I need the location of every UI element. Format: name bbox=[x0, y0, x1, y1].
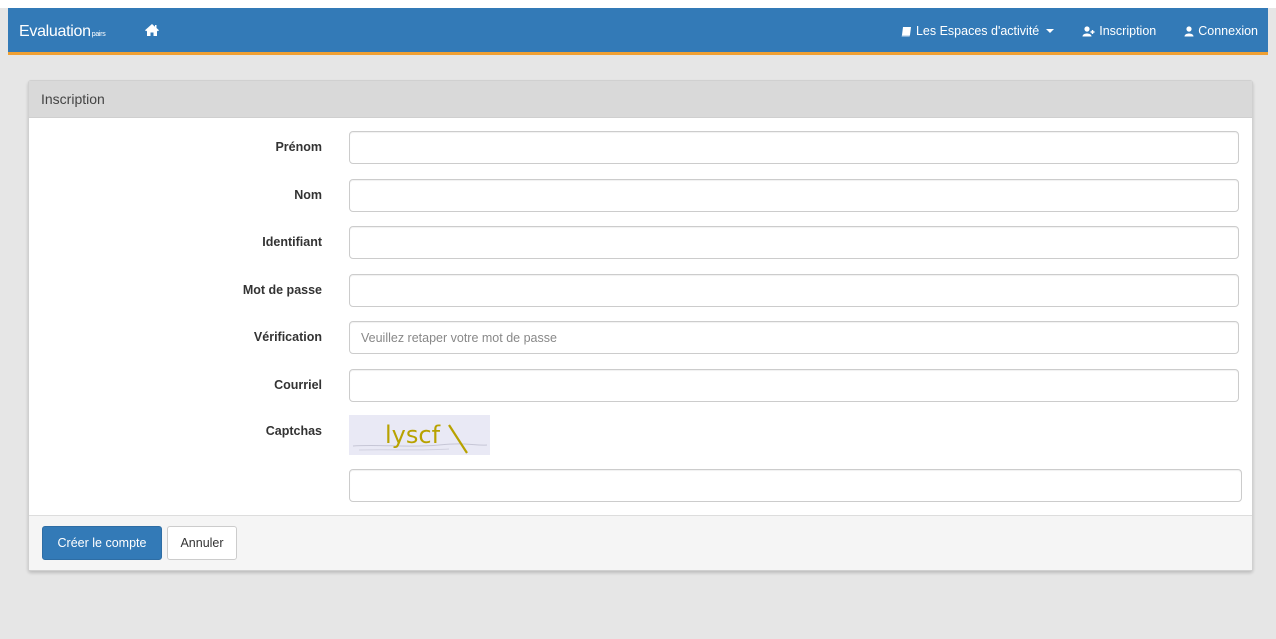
top-strip bbox=[0, 0, 1276, 8]
password-confirm-input[interactable] bbox=[349, 321, 1239, 354]
password-input[interactable] bbox=[349, 274, 1239, 307]
captcha-image: lyscf bbox=[349, 415, 490, 455]
book-icon bbox=[901, 26, 911, 36]
password-confirm-label: Vérification bbox=[253, 330, 322, 344]
form-row-first-name: Prénom bbox=[29, 131, 1254, 165]
login-link[interactable]: Connexion bbox=[1184, 24, 1258, 38]
brand-subtitle: pairs bbox=[91, 31, 106, 38]
email-input[interactable] bbox=[349, 369, 1239, 402]
username-label: Identifiant bbox=[262, 235, 322, 249]
create-account-button[interactable]: Créer le compte bbox=[42, 526, 162, 560]
user-icon bbox=[1184, 25, 1194, 36]
panel-title: Inscription bbox=[29, 81, 1252, 118]
captcha-label: Captchas bbox=[265, 424, 322, 438]
spaces-label: Les Espaces d'activité bbox=[915, 24, 1040, 38]
navbar: Evaluationpairs Les Espaces d'activité I… bbox=[8, 8, 1268, 55]
login-label: Connexion bbox=[1198, 24, 1258, 38]
captcha-input[interactable] bbox=[349, 469, 1242, 502]
first-name-input[interactable] bbox=[349, 131, 1239, 164]
form-row-username: Identifiant bbox=[29, 226, 1254, 260]
form-row-password-confirm: Vérification bbox=[29, 321, 1254, 355]
form-row-email: Courriel bbox=[29, 369, 1254, 403]
cancel-button[interactable]: Annuler bbox=[167, 526, 237, 560]
form-row-captcha: Captchas bbox=[29, 415, 1254, 449]
page: Evaluationpairs Les Espaces d'activité I… bbox=[0, 0, 1276, 639]
form-row-last-name: Nom bbox=[29, 179, 1254, 213]
captcha-graphic: lyscf bbox=[349, 415, 490, 455]
caret-down-icon bbox=[1046, 29, 1055, 33]
form-row-password: Mot de passe bbox=[29, 274, 1254, 308]
email-label: Courriel bbox=[274, 378, 322, 392]
last-name-input[interactable] bbox=[349, 179, 1239, 212]
password-label: Mot de passe bbox=[242, 283, 322, 297]
user-plus-icon bbox=[1082, 25, 1095, 36]
brand-name: Evaluation bbox=[19, 23, 91, 40]
registration-panel: Inscription Prénom Nom Identifiant Mot d… bbox=[28, 80, 1253, 571]
navbar-right: Les Espaces d'activité Inscription Conne… bbox=[873, 24, 1258, 38]
panel-footer: Créer le compte Annuler bbox=[29, 515, 1252, 570]
brand-logo[interactable]: Evaluationpairs bbox=[19, 23, 106, 41]
spaces-dropdown[interactable]: Les Espaces d'activité bbox=[901, 24, 1055, 38]
register-label: Inscription bbox=[1099, 24, 1157, 38]
home-icon[interactable] bbox=[144, 23, 160, 37]
username-input[interactable] bbox=[349, 226, 1239, 259]
last-name-label: Nom bbox=[294, 188, 322, 202]
captcha-text: lyscf bbox=[385, 421, 441, 449]
register-link[interactable]: Inscription bbox=[1082, 24, 1156, 38]
first-name-label: Prénom bbox=[275, 140, 322, 154]
